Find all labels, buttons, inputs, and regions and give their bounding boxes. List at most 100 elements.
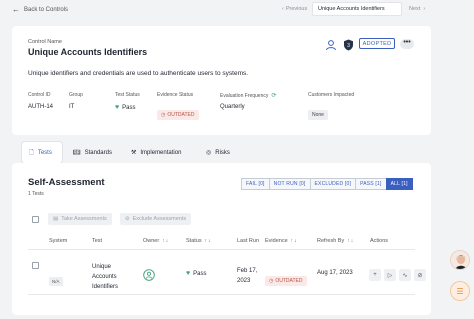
group-value: IT (69, 104, 75, 110)
book-icon: 📖︎ (73, 150, 81, 156)
ban-icon: ⊘ (417, 272, 423, 279)
self-assessment-card: Self-Assessment 1 Tests FAIL [0] NOT RUN… (12, 163, 431, 315)
test-name-line: Identifiers (92, 284, 119, 290)
next-label: Next (409, 6, 421, 12)
back-to-controls-link[interactable]: ← Back to Controls (12, 5, 68, 14)
sort-arrows-icon[interactable]: ↑↓ (291, 238, 298, 244)
control-pager: ‹ Previous Unique Accounts Identifiers N… (278, 2, 433, 16)
select-all-checkbox[interactable] (32, 216, 39, 223)
previous-button[interactable]: ‹ Previous (278, 6, 312, 12)
document-icon: 🗋 (29, 149, 34, 156)
run-action-button[interactable]: ▷ (384, 269, 396, 281)
chat-help-button[interactable]: ☰ (450, 281, 470, 301)
test-status-text: Pass (122, 104, 136, 111)
exclude-action-button[interactable]: ⊘ (414, 269, 426, 281)
tab-implementation[interactable]: ⚒ Implementation (124, 142, 188, 163)
customers-impacted-value: None (308, 103, 328, 121)
test-cell[interactable]: Unique Accounts Identifiers (92, 262, 118, 292)
play-icon: ▷ (387, 272, 393, 279)
refresh-by-cell: Aug 17, 2023 (317, 270, 353, 276)
filter-not-run[interactable]: NOT RUN [0] (268, 178, 311, 190)
back-label: Back to Controls (24, 6, 69, 13)
column-system-label: System (49, 238, 68, 244)
row-checkbox[interactable] (32, 262, 39, 269)
filter-all[interactable]: ALL [1] (385, 178, 413, 190)
tab-risks-label: Risks (215, 149, 230, 156)
column-actions: Actions (370, 238, 388, 244)
sort-arrows-icon[interactable]: ↑↓ (162, 238, 169, 244)
column-refresh-by[interactable]: Refresh By ↑↓ (317, 238, 354, 244)
take-assessments-button[interactable]: ▤ Take Assessments (48, 213, 112, 225)
last-run-cell: Feb 17, 2023 (237, 266, 257, 286)
column-refresh-by-label: Refresh By (317, 238, 345, 244)
column-owner[interactable]: Owner ↑↓ (143, 238, 169, 244)
outdated-badge: ◷ OUTDATED (265, 276, 307, 286)
evidence-cell: ◷ OUTDATED (265, 269, 307, 287)
control-description: Unique identifiers and credentials are u… (28, 70, 249, 77)
exclude-assessments-button[interactable]: ⊘ Exclude Assessments (120, 213, 192, 225)
next-button[interactable]: Next › (402, 6, 425, 12)
test-name-line: Accounts (92, 274, 117, 280)
sort-arrows-icon[interactable]: ↑↓ (347, 238, 354, 244)
filter-excluded[interactable]: EXCLUDED [0] (309, 178, 357, 190)
clock-icon: ◷ (269, 278, 274, 284)
column-actions-label: Actions (370, 238, 389, 244)
test-status-value: ♥ Pass (115, 104, 136, 111)
heart-icon: ♥ (186, 270, 191, 277)
tab-tests[interactable]: 🗋 Tests (22, 142, 62, 163)
system-badge: N/A (49, 277, 63, 286)
adopted-status-badge[interactable]: ADOPTED (359, 38, 395, 49)
assistant-avatar[interactable] (450, 250, 470, 270)
sort-arrows-icon[interactable]: ↑↓ (205, 238, 212, 244)
column-test[interactable]: Test (92, 238, 102, 244)
add-action-button[interactable]: + (369, 269, 381, 281)
evaluation-frequency-value: Quarterly (220, 104, 245, 110)
control-details-card: Control Name Unique Accounts Identifiers… (12, 26, 431, 135)
status-cell: ♥ Pass (186, 270, 207, 277)
column-last-run[interactable]: Last Run (237, 238, 259, 244)
test-status-label: Test Status (115, 92, 140, 98)
evaluation-frequency-label: Evaluation Frequency (220, 92, 269, 99)
chat-icon: ☰ (456, 286, 464, 296)
outdated-text: OUTDATED (167, 112, 195, 118)
filter-fail[interactable]: FAIL [0] (241, 178, 270, 190)
owner-icon[interactable] (325, 38, 337, 51)
tools-icon: ⚒ (131, 150, 137, 156)
heart-icon: ♥ (115, 104, 120, 111)
control-name: Unique Accounts Identifiers (28, 47, 148, 57)
tab-standards-label: Standards (84, 149, 112, 156)
column-evidence[interactable]: Evidence ↑↓ (265, 238, 298, 244)
column-evidence-label: Evidence (265, 238, 288, 244)
table-row-divider (28, 294, 415, 295)
svg-text:3: 3 (347, 43, 350, 49)
column-last-run-label: Last Run (237, 238, 260, 244)
activity-icon: ∿ (402, 272, 408, 279)
column-owner-label: Owner (143, 238, 160, 244)
control-id-value: AUTH-14 (28, 104, 54, 110)
arrow-left-icon: ← (12, 5, 20, 14)
exclude-icon: ⊘ (125, 216, 130, 222)
activity-action-button[interactable]: ∿ (399, 269, 411, 281)
shield-icon[interactable]: 3 (343, 38, 354, 51)
column-status-label: Status (186, 238, 202, 244)
chevron-left-icon: ‹ (282, 6, 284, 12)
filter-pass[interactable]: PASS [1] (355, 178, 387, 190)
tab-standards[interactable]: 📖︎ Standards (66, 142, 119, 163)
evaluation-frequency-label-wrap: Evaluation Frequency ⟳ (220, 92, 276, 100)
current-control-select[interactable]: Unique Accounts Identifiers (312, 2, 402, 16)
table-header-divider (28, 249, 415, 250)
evidence-status-value: ◷ OUTDATED (157, 103, 199, 121)
status-text: Pass (193, 270, 207, 277)
evidence-text: OUTDATED (275, 278, 303, 284)
evidence-status-label: Evidence Status (157, 92, 194, 98)
customers-impacted-badge: None (308, 110, 328, 120)
column-system[interactable]: System (49, 238, 67, 244)
clipboard-icon: ▤ (53, 216, 59, 222)
tests-count: 1 Tests (28, 191, 44, 197)
clock-icon: ◷ (161, 112, 166, 118)
tab-risks[interactable]: ◎ Risks (199, 142, 237, 163)
column-status[interactable]: Status ↑↓ (186, 238, 212, 244)
more-options-button[interactable]: ••• (400, 39, 414, 49)
customers-impacted-label: Customers Impacted (308, 92, 355, 98)
owner-avatar[interactable] (143, 268, 155, 286)
